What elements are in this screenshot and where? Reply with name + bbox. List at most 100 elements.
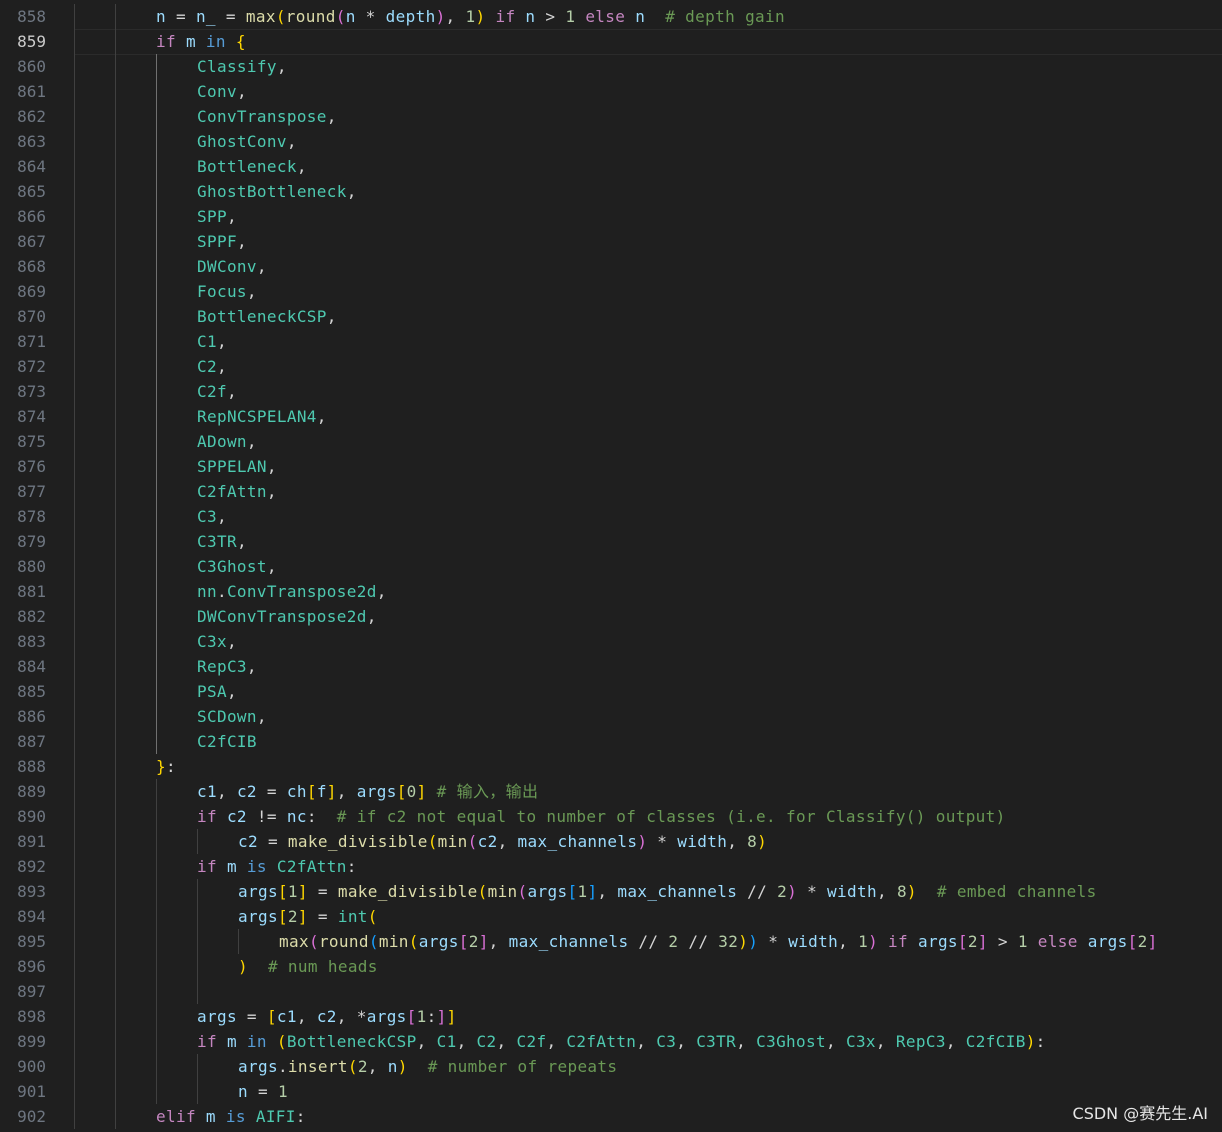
code-text[interactable]: C1, — [197, 329, 227, 354]
code-text[interactable]: }: — [156, 754, 176, 779]
code-line[interactable]: 901 n = 1 — [0, 1079, 1222, 1104]
line-number[interactable]: 875 — [0, 429, 46, 454]
code-text[interactable]: n = n_ = max(round(n * depth), 1) if n >… — [156, 4, 785, 29]
code-line[interactable]: 898 args = [c1, c2, *args[1:]] — [0, 1004, 1222, 1029]
code-line[interactable]: 879 C3TR, — [0, 529, 1222, 554]
code-text[interactable]: RepC3, — [197, 654, 257, 679]
line-number[interactable]: 860 — [0, 54, 46, 79]
line-number[interactable]: 896 — [0, 954, 46, 979]
code-text[interactable]: C2f, — [197, 379, 237, 404]
code-line[interactable]: 866 SPP, — [0, 204, 1222, 229]
code-line[interactable]: 875 ADown, — [0, 429, 1222, 454]
line-number[interactable]: 867 — [0, 229, 46, 254]
code-line[interactable]: 860 Classify, — [0, 54, 1222, 79]
line-number[interactable]: 895 — [0, 929, 46, 954]
code-text[interactable]: n = 1 — [238, 1079, 288, 1104]
line-number[interactable]: 892 — [0, 854, 46, 879]
code-text[interactable]: SPPELAN, — [197, 454, 277, 479]
line-number[interactable]: 859 — [0, 29, 46, 54]
line-number[interactable]: 894 — [0, 904, 46, 929]
code-text[interactable]: if m in { — [156, 29, 246, 54]
code-line[interactable]: 859 if m in { — [0, 29, 1222, 55]
code-line[interactable]: 888}: — [0, 754, 1222, 779]
line-number[interactable]: 866 — [0, 204, 46, 229]
code-line[interactable]: 900 args.insert(2, n) # number of repeats — [0, 1054, 1222, 1079]
code-line[interactable]: 889 c1, c2 = ch[f], args[0] # 输入，输出 — [0, 779, 1222, 804]
line-number[interactable]: 884 — [0, 654, 46, 679]
code-text[interactable]: RepNCSPELAN4, — [197, 404, 327, 429]
code-line[interactable]: 861 Conv, — [0, 79, 1222, 104]
line-number[interactable]: 899 — [0, 1029, 46, 1054]
code-line[interactable]: 897 — [0, 979, 1222, 1004]
code-line[interactable]: 876 SPPELAN, — [0, 454, 1222, 479]
line-number[interactable]: 868 — [0, 254, 46, 279]
code-line[interactable]: 882 DWConvTranspose2d, — [0, 604, 1222, 629]
code-text[interactable]: args = [c1, c2, *args[1:]] — [197, 1004, 457, 1029]
line-number[interactable]: 902 — [0, 1104, 46, 1129]
code-text[interactable]: BottleneckCSP, — [197, 304, 337, 329]
code-text[interactable]: if c2 != nc: # if c2 not equal to number… — [197, 804, 1006, 829]
code-text[interactable]: C3, — [197, 504, 227, 529]
line-number[interactable]: 885 — [0, 679, 46, 704]
code-line[interactable]: 902 elif m is AIFI: — [0, 1104, 1222, 1129]
code-text[interactable]: c1, c2 = ch[f], args[0] # 输入，输出 — [197, 779, 538, 804]
line-number[interactable]: 869 — [0, 279, 46, 304]
code-line[interactable]: 878 C3, — [0, 504, 1222, 529]
code-line[interactable]: 890 if c2 != nc: # if c2 not equal to num… — [0, 804, 1222, 829]
code-line[interactable]: 864 Bottleneck, — [0, 154, 1222, 179]
line-number[interactable]: 862 — [0, 104, 46, 129]
line-number[interactable]: 861 — [0, 79, 46, 104]
code-line[interactable]: 894 args[2] = int( — [0, 904, 1222, 929]
line-number[interactable]: 879 — [0, 529, 46, 554]
code-line[interactable]: 869 Focus, — [0, 279, 1222, 304]
code-text[interactable]: ConvTranspose, — [197, 104, 337, 129]
code-text[interactable]: GhostBottleneck, — [197, 179, 357, 204]
code-editor[interactable]: 858 n = n_ = max(round(n * depth), 1) if … — [0, 0, 1222, 1132]
code-text[interactable]: SPP, — [197, 204, 237, 229]
line-number[interactable]: 858 — [0, 4, 46, 29]
code-text[interactable]: ADown, — [197, 429, 257, 454]
code-text[interactable]: c2 = make_divisible(min(c2, max_channels… — [238, 829, 767, 854]
code-line[interactable]: 873 C2f, — [0, 379, 1222, 404]
line-number[interactable]: 872 — [0, 354, 46, 379]
code-line[interactable]: 899 if m in (BottleneckCSP, C1, C2, C2f, … — [0, 1029, 1222, 1054]
code-text[interactable]: SCDown, — [197, 704, 267, 729]
code-text[interactable]: Conv, — [197, 79, 247, 104]
line-number[interactable]: 890 — [0, 804, 46, 829]
code-line[interactable]: 896 ) # num heads — [0, 954, 1222, 979]
code-text[interactable]: nn.ConvTranspose2d, — [197, 579, 387, 604]
line-number[interactable]: 887 — [0, 729, 46, 754]
line-number[interactable]: 889 — [0, 779, 46, 804]
line-number[interactable]: 874 — [0, 404, 46, 429]
code-line[interactable]: 895 max(round(min(args[2], max_channels /… — [0, 929, 1222, 954]
line-number[interactable]: 891 — [0, 829, 46, 854]
code-line[interactable]: 886 SCDown, — [0, 704, 1222, 729]
code-text[interactable]: C3Ghost, — [197, 554, 277, 579]
code-text[interactable]: if m is C2fAttn: — [197, 854, 357, 879]
line-number[interactable]: 873 — [0, 379, 46, 404]
code-line[interactable]: 877 C2fAttn, — [0, 479, 1222, 504]
code-line[interactable]: 865 GhostBottleneck, — [0, 179, 1222, 204]
code-line[interactable]: 880 C3Ghost, — [0, 554, 1222, 579]
line-number[interactable]: 900 — [0, 1054, 46, 1079]
line-number[interactable]: 901 — [0, 1079, 46, 1104]
line-number[interactable]: 886 — [0, 704, 46, 729]
line-number[interactable]: 865 — [0, 179, 46, 204]
code-line[interactable]: 881 nn.ConvTranspose2d, — [0, 579, 1222, 604]
code-text[interactable]: C2fAttn, — [197, 479, 277, 504]
line-number[interactable]: 880 — [0, 554, 46, 579]
code-line[interactable]: 883 C3x, — [0, 629, 1222, 654]
line-number[interactable]: 897 — [0, 979, 46, 1004]
code-line[interactable]: 884 RepC3, — [0, 654, 1222, 679]
code-text[interactable]: C3TR, — [197, 529, 247, 554]
code-line[interactable]: 885 PSA, — [0, 679, 1222, 704]
code-line[interactable]: 870 BottleneckCSP, — [0, 304, 1222, 329]
line-number[interactable]: 898 — [0, 1004, 46, 1029]
code-text[interactable]: ) # num heads — [238, 954, 378, 979]
line-number[interactable]: 881 — [0, 579, 46, 604]
line-number[interactable]: 864 — [0, 154, 46, 179]
line-number[interactable]: 883 — [0, 629, 46, 654]
code-line[interactable]: 858 n = n_ = max(round(n * depth), 1) if … — [0, 4, 1222, 29]
code-line[interactable]: 874 RepNCSPELAN4, — [0, 404, 1222, 429]
code-text[interactable]: Classify, — [197, 54, 287, 79]
